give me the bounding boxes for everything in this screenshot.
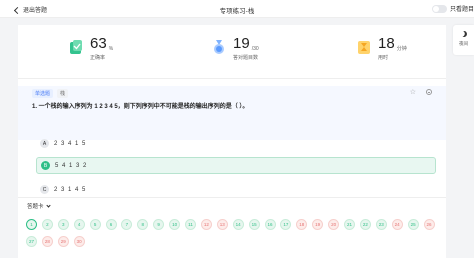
option-a[interactable]: A 2 3 4 1 5 [36, 135, 436, 152]
answer-card-item[interactable]: 16 [264, 219, 276, 230]
answer-card-item[interactable]: 22 [359, 219, 371, 230]
main-card: 63 % 正确率 19 /30 答对题目数 18 分钟 用时 单选题 栈 ☆ 1… [18, 25, 446, 258]
option-c[interactable]: C 2 3 1 4 5 [36, 181, 436, 198]
answer-card-item[interactable]: 12 [200, 219, 212, 230]
answer-card-item[interactable]: 20 [328, 219, 340, 230]
answer-card-item[interactable]: 30 [73, 236, 85, 247]
accuracy-caption: 正确率 [90, 55, 106, 61]
option-text: 2 3 4 1 5 [54, 140, 87, 147]
answer-card-item[interactable]: 21 [344, 219, 355, 230]
answer-card-item[interactable]: 9 [153, 219, 165, 230]
correct-count-unit: /30 [251, 46, 259, 52]
accuracy-unit: % [108, 46, 114, 52]
night-mode-label: 夜间 [459, 41, 468, 46]
answer-card-item[interactable]: 23 [375, 219, 387, 230]
stat-time: 18 分钟 用时 [356, 35, 407, 61]
answer-card: 答题卡 1 2 3 4 5 6 7 8 9 10 11 12 13 14 15 16 17 18 19 20 21 22 2… [18, 197, 446, 258]
top-bar: 退出答题 专项练习-栈 只看题目 [0, 0, 474, 18]
answer-card-item[interactable]: 26 [423, 219, 435, 230]
answer-card-item[interactable]: 1 [26, 219, 37, 230]
answer-card-item[interactable]: 10 [169, 219, 181, 230]
stat-correct-count: 19 /30 答对题目数 [211, 35, 259, 61]
recite-mode: 只看题目 [431, 4, 474, 13]
answer-card-toggle[interactable]: 答题卡 [27, 202, 51, 210]
answer-card-item[interactable]: 27 [26, 236, 37, 247]
answer-card-item[interactable]: 7 [121, 219, 133, 230]
option-letter: C [40, 185, 49, 194]
page-title: 专项练习-栈 [219, 8, 255, 15]
night-mode-button[interactable]: 夜间 [453, 25, 474, 55]
answer-card-item[interactable]: 28 [41, 236, 53, 247]
chapter-tag: 栈 [57, 89, 69, 98]
recite-toggle[interactable] [431, 4, 447, 13]
answer-card-item[interactable]: 29 [57, 236, 69, 247]
question-tags: 单选题 栈 [32, 89, 69, 98]
recite-label: 只看题目 [449, 7, 474, 13]
answer-card-title: 答题卡 [27, 204, 44, 210]
accuracy-value: 63 [90, 35, 107, 52]
time-value: 18 [378, 35, 395, 52]
medal-icon [214, 40, 224, 54]
hourglass-icon [358, 41, 370, 54]
report-icon[interactable] [426, 89, 432, 95]
chevron-down-icon [45, 202, 51, 208]
answer-card-item[interactable]: 25 [407, 219, 419, 230]
answer-card-item[interactable]: 8 [137, 219, 149, 230]
answer-card-item[interactable]: 6 [105, 219, 117, 230]
answer-card-item[interactable]: 17 [280, 219, 292, 230]
accuracy-icon [70, 40, 82, 54]
time-unit: 分钟 [396, 46, 407, 52]
stats-panel: 63 % 正确率 19 /30 答对题目数 18 分钟 用时 [18, 25, 446, 79]
answer-card-item[interactable]: 5 [89, 219, 101, 230]
answer-card-item[interactable]: 13 [216, 219, 228, 230]
correct-count-value: 19 [233, 35, 250, 52]
answer-card-item[interactable]: 19 [312, 219, 324, 230]
option-text: 5 4 1 3 2 [55, 162, 88, 169]
question-type-tag: 单选题 [32, 89, 54, 98]
correct-count-caption: 答对题目数 [233, 55, 259, 61]
option-b[interactable]: B 5 4 1 3 2 [36, 157, 436, 174]
stat-accuracy: 63 % 正确率 [68, 35, 113, 61]
question-actions: ☆ [410, 89, 432, 96]
question-header: 单选题 栈 ☆ 1. 一个栈的输入序列为 1 2 3 4 5，则下列序列中不可能… [18, 86, 446, 140]
answer-card-item[interactable]: 24 [391, 219, 403, 230]
question-text: 1. 一个栈的输入序列为 1 2 3 4 5，则下列序列中不可能是栈的输出序列的… [32, 104, 249, 110]
answer-card-item[interactable]: 3 [57, 219, 69, 230]
moon-icon [459, 30, 468, 38]
answer-card-item[interactable]: 11 [185, 219, 196, 230]
answer-card-item[interactable]: 4 [73, 219, 85, 230]
time-caption: 用时 [378, 55, 389, 61]
answer-card-item[interactable]: 14 [232, 219, 244, 230]
option-text: 2 3 1 4 5 [54, 186, 87, 193]
option-letter: B [41, 161, 50, 170]
answer-card-item[interactable]: 2 [41, 219, 53, 230]
answer-card-item[interactable]: 18 [296, 219, 308, 230]
answer-card-item[interactable]: 15 [248, 219, 260, 230]
option-letter: A [40, 139, 49, 148]
star-icon[interactable]: ☆ [410, 89, 416, 96]
